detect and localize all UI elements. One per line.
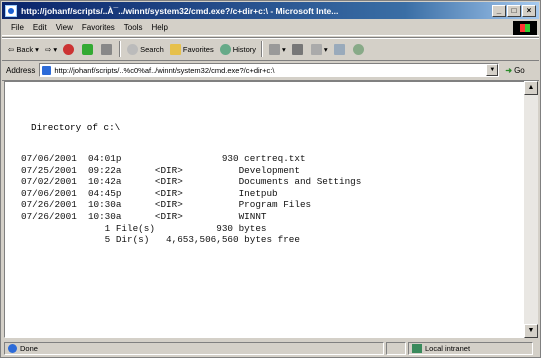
history-button[interactable]: History	[219, 43, 257, 55]
minimize-button[interactable]: _	[492, 4, 506, 17]
status-zone: Local intranet	[408, 342, 533, 355]
go-button[interactable]: ➜ Go	[505, 66, 524, 75]
stop-button[interactable]	[63, 43, 76, 55]
address-value: http://johanf/scripts/..%c0%af../winnt/s…	[54, 65, 275, 75]
refresh-icon	[82, 43, 94, 55]
favorites-icon	[169, 43, 181, 55]
messenger-button[interactable]	[352, 43, 366, 55]
ie-page-icon	[8, 344, 17, 353]
menu-tools[interactable]: Tools	[124, 23, 143, 32]
forward-button[interactable]: ⇨ ▾	[45, 45, 57, 54]
discuss-icon	[333, 43, 345, 55]
mail-button[interactable]: ▾	[269, 43, 286, 55]
home-button[interactable]	[101, 43, 114, 55]
print-button[interactable]	[291, 43, 305, 55]
address-input[interactable]: http://johanf/scripts/..%c0%af../winnt/s…	[39, 63, 500, 77]
favorites-button[interactable]: Favorites	[169, 43, 214, 55]
status-main: Done	[4, 342, 384, 355]
window-title: http://johanf/scripts/..À¯../winnt/syste…	[21, 5, 339, 16]
toolbar-divider	[261, 41, 264, 57]
search-button[interactable]: Search	[127, 43, 164, 55]
address-bar: Address http://johanf/scripts/..%c0%af..…	[2, 60, 539, 81]
menu-favorites[interactable]: Favorites	[82, 23, 115, 32]
status-progress	[386, 342, 406, 355]
menu-help[interactable]: Help	[151, 23, 167, 32]
zone-text: Local intranet	[425, 344, 471, 353]
menu-bar: File Edit View Favorites Tools Help	[2, 20, 539, 36]
forward-arrow-icon: ⇨	[44, 44, 52, 54]
print-icon	[291, 43, 303, 55]
page-icon	[42, 65, 52, 75]
browser-window: http://johanf/scripts/..À¯../winnt/syste…	[0, 0, 541, 358]
go-label: Go	[514, 65, 525, 75]
back-label: Back	[16, 44, 34, 54]
directory-heading: Directory of c:\	[31, 122, 121, 133]
discuss-button[interactable]	[333, 43, 347, 55]
go-arrow-icon: ➜	[505, 65, 513, 75]
back-arrow-icon: ⇦	[8, 44, 15, 54]
history-label: History	[232, 44, 257, 54]
stop-icon	[63, 43, 75, 55]
scroll-down-button[interactable]: ▼	[524, 324, 538, 338]
edit-button[interactable]: ▾	[310, 43, 328, 55]
mail-icon	[269, 43, 281, 55]
favorites-label: Favorites	[182, 44, 214, 54]
back-button[interactable]: ⇦ Back ▾	[8, 45, 39, 54]
status-text: Done	[20, 344, 38, 353]
windows-logo-icon	[513, 21, 537, 35]
toolbar: ⇦ Back ▾ ⇨ ▾ Search Favorites History ▾ …	[2, 37, 539, 61]
address-dropdown-button[interactable]: ▼	[486, 64, 499, 76]
messenger-icon	[352, 43, 364, 55]
ie-icon	[5, 4, 17, 17]
menu-file[interactable]: File	[11, 23, 24, 32]
directory-listing: 07/06/2001 04:01p 930 certreq.txt 07/25/…	[21, 153, 362, 246]
local-intranet-icon	[412, 344, 422, 353]
close-button[interactable]: ×	[522, 4, 536, 17]
title-bar[interactable]: http://johanf/scripts/..À¯../winnt/syste…	[2, 2, 539, 19]
menu-edit[interactable]: Edit	[33, 23, 47, 32]
vertical-scrollbar[interactable]: ▲ ▼	[524, 81, 538, 338]
search-icon	[127, 43, 139, 55]
page-content: Directory of c:\ 07/06/2001 04:01p 930 c…	[4, 81, 525, 338]
address-label: Address	[6, 65, 36, 75]
status-bar: Done Local intranet	[2, 340, 539, 357]
menu-view[interactable]: View	[56, 23, 73, 32]
maximize-button[interactable]: □	[507, 4, 521, 17]
refresh-button[interactable]	[82, 43, 95, 55]
history-icon	[219, 43, 231, 55]
edit-icon	[310, 43, 322, 55]
search-label: Search	[140, 44, 164, 54]
scroll-up-button[interactable]: ▲	[524, 81, 538, 95]
home-icon	[101, 43, 113, 55]
toolbar-divider	[119, 41, 122, 57]
